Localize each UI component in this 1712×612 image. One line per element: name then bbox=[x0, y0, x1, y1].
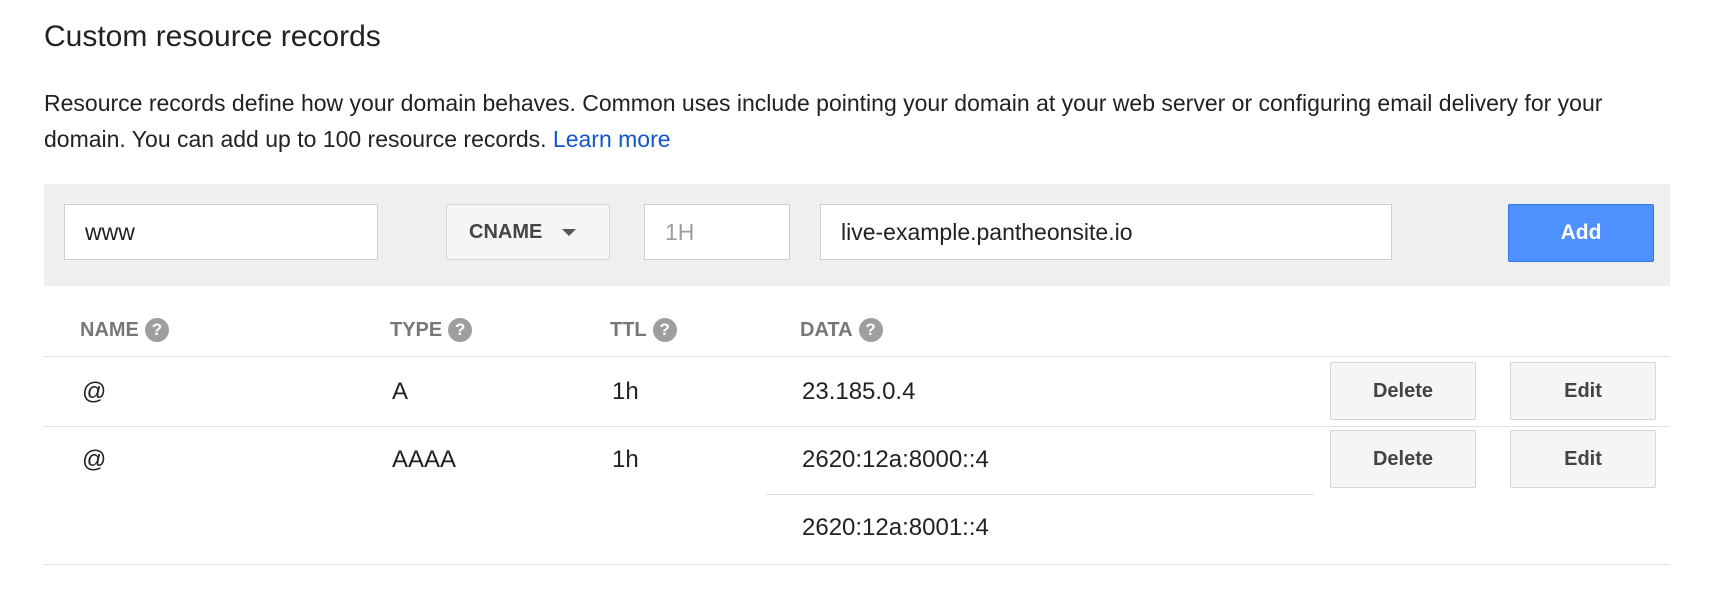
table-divider bbox=[44, 564, 1670, 565]
caret-down-icon bbox=[562, 228, 577, 236]
type-select-value: CNAME bbox=[469, 220, 543, 243]
record-type: AAAA bbox=[392, 446, 457, 473]
question-circle-icon[interactable]: ? bbox=[858, 318, 883, 342]
question-circle-icon[interactable]: ? bbox=[652, 318, 677, 342]
record-data: 2620:12a:8000::4 bbox=[802, 446, 989, 473]
record-type: A bbox=[392, 378, 409, 405]
type-select[interactable]: CNAME bbox=[446, 204, 610, 260]
add-button[interactable]: Add bbox=[1508, 204, 1654, 262]
delete-button[interactable]: Delete bbox=[1330, 362, 1476, 420]
name-input[interactable]: www bbox=[64, 204, 378, 260]
ttl-input[interactable]: 1H bbox=[644, 204, 790, 260]
record-name: @ bbox=[82, 446, 107, 473]
data-input[interactable]: live-example.pantheonsite.io bbox=[820, 204, 1392, 260]
add-record-form: www CNAME 1H live-example.pantheonsite.i… bbox=[44, 184, 1670, 286]
section-description: Resource records define how your domain … bbox=[44, 85, 1644, 157]
table-divider bbox=[44, 426, 1670, 427]
delete-button[interactable]: Delete bbox=[1330, 430, 1476, 488]
record-data: 2620:12a:8001::4 bbox=[802, 514, 989, 541]
record-ttl: 1h bbox=[612, 446, 639, 473]
column-header-data-label: DATA bbox=[800, 318, 853, 341]
record-ttl: 1h bbox=[612, 378, 639, 405]
column-header-ttl-label: TTL bbox=[610, 318, 647, 341]
column-header-ttl: TTL ? bbox=[610, 318, 677, 342]
table-divider bbox=[44, 356, 1670, 357]
learn-more-link[interactable]: Learn more bbox=[553, 126, 671, 152]
section-title: Custom resource records bbox=[44, 20, 381, 53]
edit-button[interactable]: Edit bbox=[1510, 430, 1656, 488]
column-header-name-label: NAME bbox=[80, 318, 139, 341]
column-header-type-label: TYPE bbox=[390, 318, 443, 341]
column-header-name: NAME ? bbox=[80, 318, 169, 342]
question-circle-icon[interactable]: ? bbox=[144, 318, 169, 342]
column-header-type: TYPE ? bbox=[390, 318, 473, 342]
record-name: @ bbox=[82, 378, 107, 405]
question-circle-icon[interactable]: ? bbox=[448, 318, 473, 342]
description-text: Resource records define how your domain … bbox=[44, 90, 1603, 152]
data-value-divider bbox=[766, 494, 1314, 495]
column-header-data: DATA ? bbox=[800, 318, 883, 342]
record-data: 23.185.0.4 bbox=[802, 378, 916, 405]
edit-button[interactable]: Edit bbox=[1510, 362, 1656, 420]
